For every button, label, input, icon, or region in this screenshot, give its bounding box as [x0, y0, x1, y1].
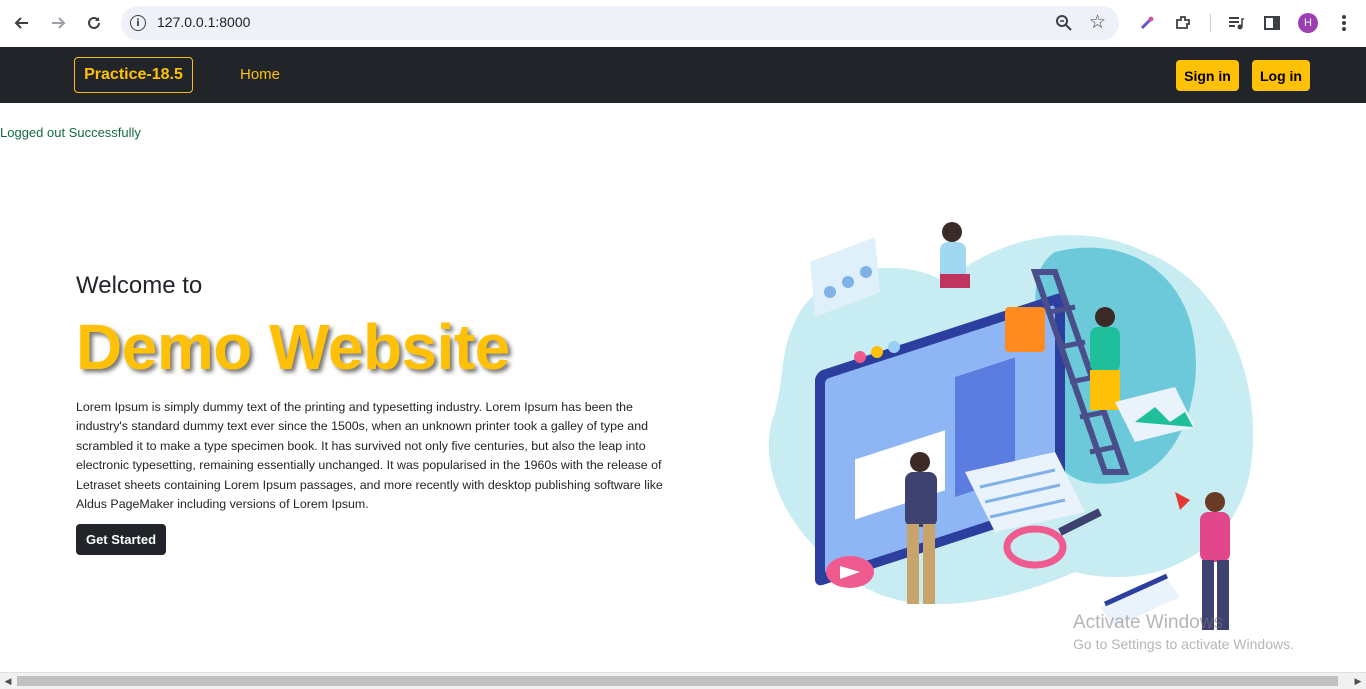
horizontal-scrollbar[interactable]: ◀ ▶ — [0, 672, 1366, 689]
toolbar-divider — [1210, 14, 1211, 32]
info-icon[interactable]: i — [130, 15, 146, 31]
brand-link[interactable]: Practice-18.5 — [74, 57, 193, 93]
extensions-icon[interactable] — [1172, 12, 1194, 34]
scroll-left-arrow-icon[interactable]: ◀ — [2, 676, 14, 687]
menu-dots-icon[interactable] — [1333, 12, 1355, 34]
signin-button[interactable]: Sign in — [1176, 60, 1239, 91]
hero-title: Demo Website — [76, 311, 510, 383]
hero-description: Lorem Ipsum is simply dummy text of the … — [76, 400, 663, 512]
nav-home-link[interactable]: Home — [240, 66, 280, 83]
address-bar[interactable]: i 127.0.0.1:8000 ☆ — [121, 6, 1119, 40]
zoom-icon[interactable] — [1055, 14, 1073, 32]
browser-toolbar: i 127.0.0.1:8000 ☆ H — [0, 0, 1366, 47]
scroll-thumb[interactable] — [17, 676, 1338, 686]
scroll-right-arrow-icon[interactable]: ▶ — [1352, 676, 1364, 687]
site-navbar: Practice-18.5 Home Sign in Log in — [0, 47, 1366, 103]
logout-alert: Logged out Successfully — [0, 125, 141, 140]
hero-illustration — [768, 222, 1254, 630]
watermark-line2: Go to Settings to activate Windows. — [1073, 636, 1294, 652]
star-icon[interactable]: ☆ — [1089, 11, 1106, 33]
watermark-line1: Activate Windows — [1073, 612, 1223, 633]
profile-avatar[interactable]: H — [1298, 13, 1318, 33]
url-text[interactable]: 127.0.0.1:8000 — [157, 14, 250, 30]
windows-watermark: Activate Windows Go to Settings to activ… — [1073, 612, 1294, 652]
eyedropper-icon[interactable] — [1136, 12, 1158, 34]
sidepanel-icon[interactable] — [1261, 12, 1283, 34]
back-arrow-icon[interactable] — [10, 11, 34, 35]
login-button[interactable]: Log in — [1252, 60, 1310, 91]
hero-welcome: Welcome to — [76, 272, 203, 299]
get-started-button[interactable]: Get Started — [76, 524, 166, 555]
forward-arrow-icon[interactable] — [46, 11, 70, 35]
media-icon[interactable] — [1225, 12, 1247, 34]
reload-icon[interactable] — [82, 11, 106, 35]
